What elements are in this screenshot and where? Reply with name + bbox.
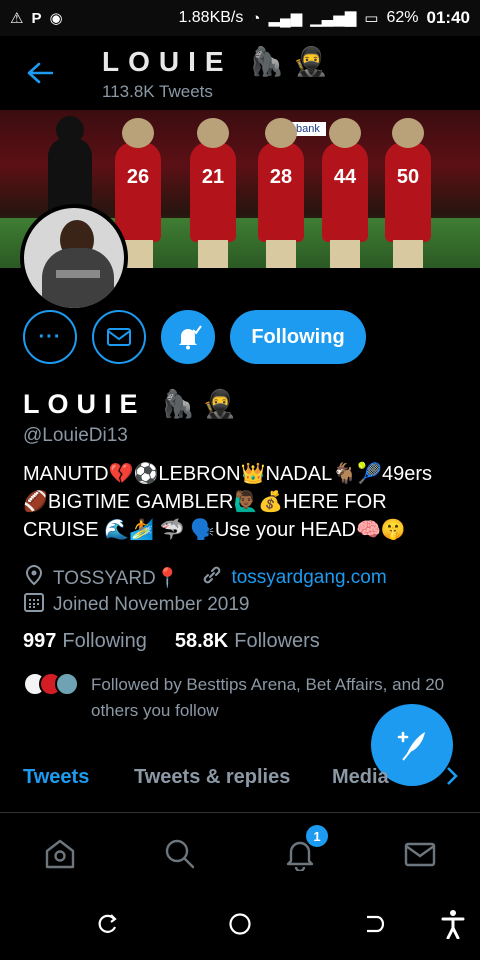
banner-player: 26 — [115, 118, 161, 268]
p-icon: P — [31, 9, 42, 27]
nav-messages[interactable] — [360, 813, 480, 895]
calendar-icon — [23, 591, 45, 619]
more-icon: ··· — [38, 325, 62, 348]
browser-icon: ◉ — [49, 10, 63, 27]
profile-meta-row: TOSSYARD📍 tossyardgang.com — [23, 564, 387, 592]
banner-player: 50 — [385, 118, 431, 268]
followers-count-link[interactable]: 58.8K Followers — [175, 630, 320, 653]
data-saver-icon: ◔ — [251, 9, 261, 27]
avatar[interactable] — [20, 204, 128, 312]
profile-name: LOUIE 🦍🥷 — [23, 389, 245, 419]
following-label: Following — [62, 630, 147, 652]
search-icon — [165, 839, 195, 869]
chevron-right-icon[interactable] — [445, 764, 459, 795]
banner-player: 28 — [258, 118, 304, 268]
mini-avatar — [55, 672, 79, 696]
signal-icon: ▂▄▆ — [268, 10, 303, 27]
recent-apps-icon[interactable] — [96, 913, 118, 942]
bottom-navigation: 1 — [0, 813, 480, 895]
profile-handle: @LouieDi13 — [23, 425, 128, 446]
following-button[interactable]: Following — [230, 310, 366, 364]
website-link[interactable]: tossyardgang.com — [231, 567, 386, 589]
mail-icon — [107, 328, 131, 346]
profile-bio: MANUTD💔⚽LEBRON👑NADAL🐐🎾49ers 🏈BIGTIME GAM… — [23, 463, 433, 541]
following-count: 997 — [23, 630, 57, 652]
location-text: TOSSYARD📍 — [53, 568, 180, 589]
banner-player: 21 — [190, 118, 236, 268]
banner-player: 44 — [322, 118, 368, 268]
follow-counts: 997 Following 58.8K Followers — [23, 630, 320, 653]
notification-badge: 1 — [306, 825, 328, 847]
link-icon — [201, 564, 223, 592]
location-pin-icon — [23, 564, 45, 592]
home-circle-icon[interactable] — [228, 912, 252, 943]
home-icon — [45, 839, 75, 869]
more-options-button[interactable]: ··· — [23, 310, 77, 364]
back-button[interactable] — [0, 36, 80, 110]
notifications-on-button[interactable] — [161, 310, 215, 364]
profile-header: LOUIE 🦍🥷 113.8K Tweets — [0, 36, 480, 110]
tab-tweets-replies[interactable]: Tweets & replies — [134, 766, 290, 789]
signal-bars-icon: ▁▃▅▇ — [310, 10, 357, 27]
followers-count: 58.8K — [174, 630, 229, 652]
nav-search[interactable] — [120, 813, 240, 895]
followed-by-avatars — [23, 672, 85, 698]
back-arrow-icon — [27, 62, 53, 84]
tweet-count: 113.8K Tweets — [102, 81, 213, 101]
accessibility-icon[interactable] — [440, 909, 466, 946]
system-navigation-bar — [0, 895, 480, 960]
following-count-link[interactable]: 997 Following — [23, 630, 147, 653]
battery-percent: 62% — [386, 9, 419, 26]
nav-home[interactable] — [0, 813, 120, 895]
tab-tweets[interactable]: Tweets — [23, 766, 89, 789]
battery-icon: ▭ — [364, 10, 379, 27]
status-bar: ⚠ P ◉ 1.88KB/s ◔ ▂▄▆ ▁▃▅▇ ▭ 62% 01:40 — [0, 0, 480, 36]
mail-icon — [404, 842, 436, 867]
clock: 01:40 — [426, 8, 470, 27]
followers-label: Followers — [234, 630, 320, 652]
joined-row: Joined November 2019 — [23, 591, 249, 619]
warning-icon: ⚠ — [10, 10, 24, 27]
joined-text: Joined November 2019 — [53, 594, 250, 615]
bell-check-icon — [179, 325, 202, 350]
profile-tabs: Tweets Tweets & replies Media — [0, 752, 480, 808]
network-speed: 1.88KB/s — [178, 9, 244, 26]
back-system-icon[interactable] — [362, 913, 385, 942]
nav-notifications[interactable]: 1 — [240, 813, 360, 895]
tab-media[interactable]: Media — [332, 766, 389, 789]
header-title: LOUIE 🦍🥷 — [102, 45, 338, 77]
message-button[interactable] — [92, 310, 146, 364]
